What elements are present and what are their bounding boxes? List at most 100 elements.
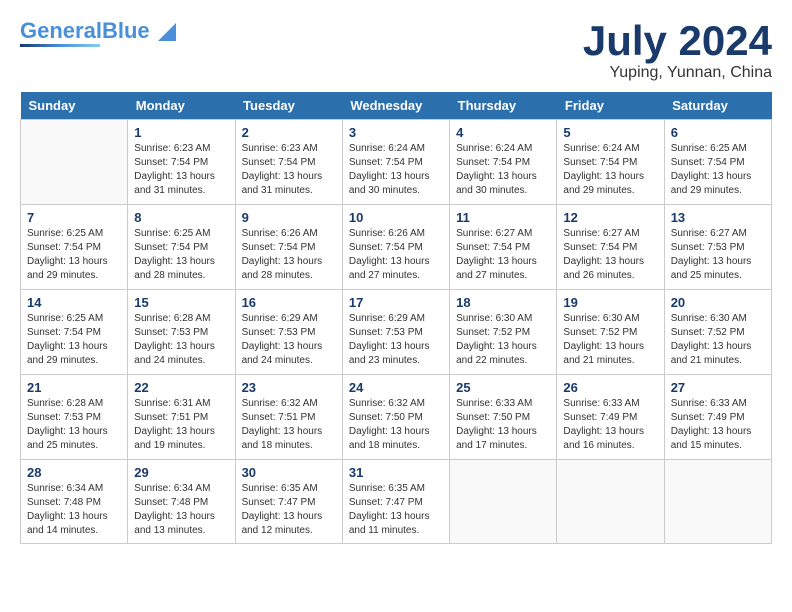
table-row: 28 Sunrise: 6:34 AM Sunset: 7:48 PM Dayli… bbox=[21, 460, 128, 544]
title-block: July 2024 Yuping, Yunnan, China bbox=[583, 20, 772, 82]
calendar-table: Sunday Monday Tuesday Wednesday Thursday… bbox=[20, 92, 772, 544]
table-row: 4 Sunrise: 6:24 AM Sunset: 7:54 PM Daylig… bbox=[450, 120, 557, 205]
table-row: 16Sunrise: 6:29 AM Sunset: 7:53 PM Dayli… bbox=[235, 290, 342, 375]
table-row: 7 Sunrise: 6:25 AM Sunset: 7:54 PM Daylig… bbox=[21, 205, 128, 290]
page-header: GeneralBlue July 2024 Yuping, Yunnan, Ch… bbox=[20, 20, 772, 82]
day-number: 14 bbox=[27, 295, 121, 310]
day-number: 29 bbox=[134, 465, 228, 480]
day-info: Sunrise: 6:33 AM Sunset: 7:49 PM Dayligh… bbox=[563, 397, 657, 453]
table-row: 12 Sunrise: 6:27 AM Sunset: 7:54 PM Dayli… bbox=[557, 205, 664, 290]
table-row: 30 Sunrise: 6:35 AM Sunset: 7:47 PM Dayli… bbox=[235, 460, 342, 544]
table-row: 14 Sunrise: 6:25 AM Sunset: 7:54 PM Dayli… bbox=[21, 290, 128, 375]
day-number: 17 bbox=[349, 295, 443, 310]
table-row: 24 Sunrise: 6:32 AM Sunset: 7:50 PM Dayli… bbox=[342, 375, 449, 460]
table-row: 18Sunrise: 6:30 AM Sunset: 7:52 PM Dayli… bbox=[450, 290, 557, 375]
table-row: 6Sunrise: 6:25 AM Sunset: 7:54 PM Daylig… bbox=[664, 120, 771, 205]
table-row: 29Sunrise: 6:34 AM Sunset: 7:48 PM Dayli… bbox=[128, 460, 235, 544]
table-row: 1 Sunrise: 6:23 AM Sunset: 7:54 PM Daylig… bbox=[128, 120, 235, 205]
day-info: Sunrise: 6:33 AM Sunset: 7:49 PM Dayligh… bbox=[671, 397, 765, 453]
day-info: Sunrise: 6:26 AM Sunset: 7:54 PM Dayligh… bbox=[349, 227, 443, 283]
table-row: 27 Sunrise: 6:33 AM Sunset: 7:49 PM Dayli… bbox=[664, 375, 771, 460]
header-sunday: Sunday bbox=[21, 92, 128, 120]
table-row bbox=[21, 120, 128, 205]
calendar-week-row: 28 Sunrise: 6:34 AM Sunset: 7:48 PM Dayli… bbox=[21, 460, 772, 544]
day-info: Sunrise: 6:25 AM Sunset: 7:54 PM Dayligh… bbox=[27, 227, 121, 283]
day-info: Sunrise: 6:30 AM Sunset: 7:52 PM Dayligh… bbox=[456, 312, 550, 368]
table-row: 13Sunrise: 6:27 AM Sunset: 7:53 PM Dayli… bbox=[664, 205, 771, 290]
day-info: Sunrise: 6:27 AM Sunset: 7:54 PM Dayligh… bbox=[563, 227, 657, 283]
table-row: 11Sunrise: 6:27 AM Sunset: 7:54 PM Dayli… bbox=[450, 205, 557, 290]
month-title: July 2024 bbox=[583, 20, 772, 62]
day-info: Sunrise: 6:29 AM Sunset: 7:53 PM Dayligh… bbox=[349, 312, 443, 368]
location: Yuping, Yunnan, China bbox=[583, 64, 772, 82]
day-info: Sunrise: 6:29 AM Sunset: 7:53 PM Dayligh… bbox=[242, 312, 336, 368]
table-row: 21Sunrise: 6:28 AM Sunset: 7:53 PM Dayli… bbox=[21, 375, 128, 460]
calendar-week-row: 21Sunrise: 6:28 AM Sunset: 7:53 PM Dayli… bbox=[21, 375, 772, 460]
day-number: 5 bbox=[563, 125, 657, 140]
day-number: 24 bbox=[349, 380, 443, 395]
table-row: 20 Sunrise: 6:30 AM Sunset: 7:52 PM Dayli… bbox=[664, 290, 771, 375]
day-info: Sunrise: 6:24 AM Sunset: 7:54 PM Dayligh… bbox=[563, 142, 657, 198]
logo-text: GeneralBlue bbox=[20, 20, 176, 42]
table-row: 15Sunrise: 6:28 AM Sunset: 7:53 PM Dayli… bbox=[128, 290, 235, 375]
header-friday: Friday bbox=[557, 92, 664, 120]
day-number: 11 bbox=[456, 210, 550, 225]
header-thursday: Thursday bbox=[450, 92, 557, 120]
logo-general: General bbox=[20, 18, 102, 43]
day-number: 20 bbox=[671, 295, 765, 310]
day-info: Sunrise: 6:30 AM Sunset: 7:52 PM Dayligh… bbox=[563, 312, 657, 368]
header-monday: Monday bbox=[128, 92, 235, 120]
day-info: Sunrise: 6:24 AM Sunset: 7:54 PM Dayligh… bbox=[456, 142, 550, 198]
day-info: Sunrise: 6:25 AM Sunset: 7:54 PM Dayligh… bbox=[134, 227, 228, 283]
day-info: Sunrise: 6:35 AM Sunset: 7:47 PM Dayligh… bbox=[242, 482, 336, 538]
table-row: 17 Sunrise: 6:29 AM Sunset: 7:53 PM Dayli… bbox=[342, 290, 449, 375]
day-info: Sunrise: 6:35 AM Sunset: 7:47 PM Dayligh… bbox=[349, 482, 443, 538]
table-row: 31 Sunrise: 6:35 AM Sunset: 7:47 PM Dayli… bbox=[342, 460, 449, 544]
day-info: Sunrise: 6:25 AM Sunset: 7:54 PM Dayligh… bbox=[27, 312, 121, 368]
day-number: 7 bbox=[27, 210, 121, 225]
day-info: Sunrise: 6:23 AM Sunset: 7:54 PM Dayligh… bbox=[134, 142, 228, 198]
day-number: 28 bbox=[27, 465, 121, 480]
header-saturday: Saturday bbox=[664, 92, 771, 120]
day-number: 13 bbox=[671, 210, 765, 225]
logo-icon bbox=[158, 23, 176, 41]
day-number: 3 bbox=[349, 125, 443, 140]
calendar-week-row: 7 Sunrise: 6:25 AM Sunset: 7:54 PM Daylig… bbox=[21, 205, 772, 290]
table-row: 8Sunrise: 6:25 AM Sunset: 7:54 PM Daylig… bbox=[128, 205, 235, 290]
table-row bbox=[664, 460, 771, 544]
day-number: 31 bbox=[349, 465, 443, 480]
day-number: 15 bbox=[134, 295, 228, 310]
day-number: 27 bbox=[671, 380, 765, 395]
day-number: 22 bbox=[134, 380, 228, 395]
table-row: 26Sunrise: 6:33 AM Sunset: 7:49 PM Dayli… bbox=[557, 375, 664, 460]
calendar-week-row: 14 Sunrise: 6:25 AM Sunset: 7:54 PM Dayli… bbox=[21, 290, 772, 375]
logo: GeneralBlue bbox=[20, 20, 176, 47]
day-info: Sunrise: 6:34 AM Sunset: 7:48 PM Dayligh… bbox=[27, 482, 121, 538]
table-row bbox=[557, 460, 664, 544]
day-info: Sunrise: 6:26 AM Sunset: 7:54 PM Dayligh… bbox=[242, 227, 336, 283]
day-number: 2 bbox=[242, 125, 336, 140]
table-row: 3Sunrise: 6:24 AM Sunset: 7:54 PM Daylig… bbox=[342, 120, 449, 205]
header-tuesday: Tuesday bbox=[235, 92, 342, 120]
day-info: Sunrise: 6:31 AM Sunset: 7:51 PM Dayligh… bbox=[134, 397, 228, 453]
day-number: 21 bbox=[27, 380, 121, 395]
day-number: 30 bbox=[242, 465, 336, 480]
day-number: 9 bbox=[242, 210, 336, 225]
table-row: 19 Sunrise: 6:30 AM Sunset: 7:52 PM Dayli… bbox=[557, 290, 664, 375]
day-number: 10 bbox=[349, 210, 443, 225]
day-info: Sunrise: 6:32 AM Sunset: 7:51 PM Dayligh… bbox=[242, 397, 336, 453]
day-number: 19 bbox=[563, 295, 657, 310]
table-row: 22 Sunrise: 6:31 AM Sunset: 7:51 PM Dayli… bbox=[128, 375, 235, 460]
day-number: 12 bbox=[563, 210, 657, 225]
header-wednesday: Wednesday bbox=[342, 92, 449, 120]
day-number: 25 bbox=[456, 380, 550, 395]
table-row bbox=[450, 460, 557, 544]
day-number: 1 bbox=[134, 125, 228, 140]
day-info: Sunrise: 6:30 AM Sunset: 7:52 PM Dayligh… bbox=[671, 312, 765, 368]
day-info: Sunrise: 6:32 AM Sunset: 7:50 PM Dayligh… bbox=[349, 397, 443, 453]
logo-blue: Blue bbox=[102, 18, 150, 43]
day-number: 4 bbox=[456, 125, 550, 140]
day-number: 6 bbox=[671, 125, 765, 140]
table-row: 9 Sunrise: 6:26 AM Sunset: 7:54 PM Daylig… bbox=[235, 205, 342, 290]
table-row: 10 Sunrise: 6:26 AM Sunset: 7:54 PM Dayli… bbox=[342, 205, 449, 290]
